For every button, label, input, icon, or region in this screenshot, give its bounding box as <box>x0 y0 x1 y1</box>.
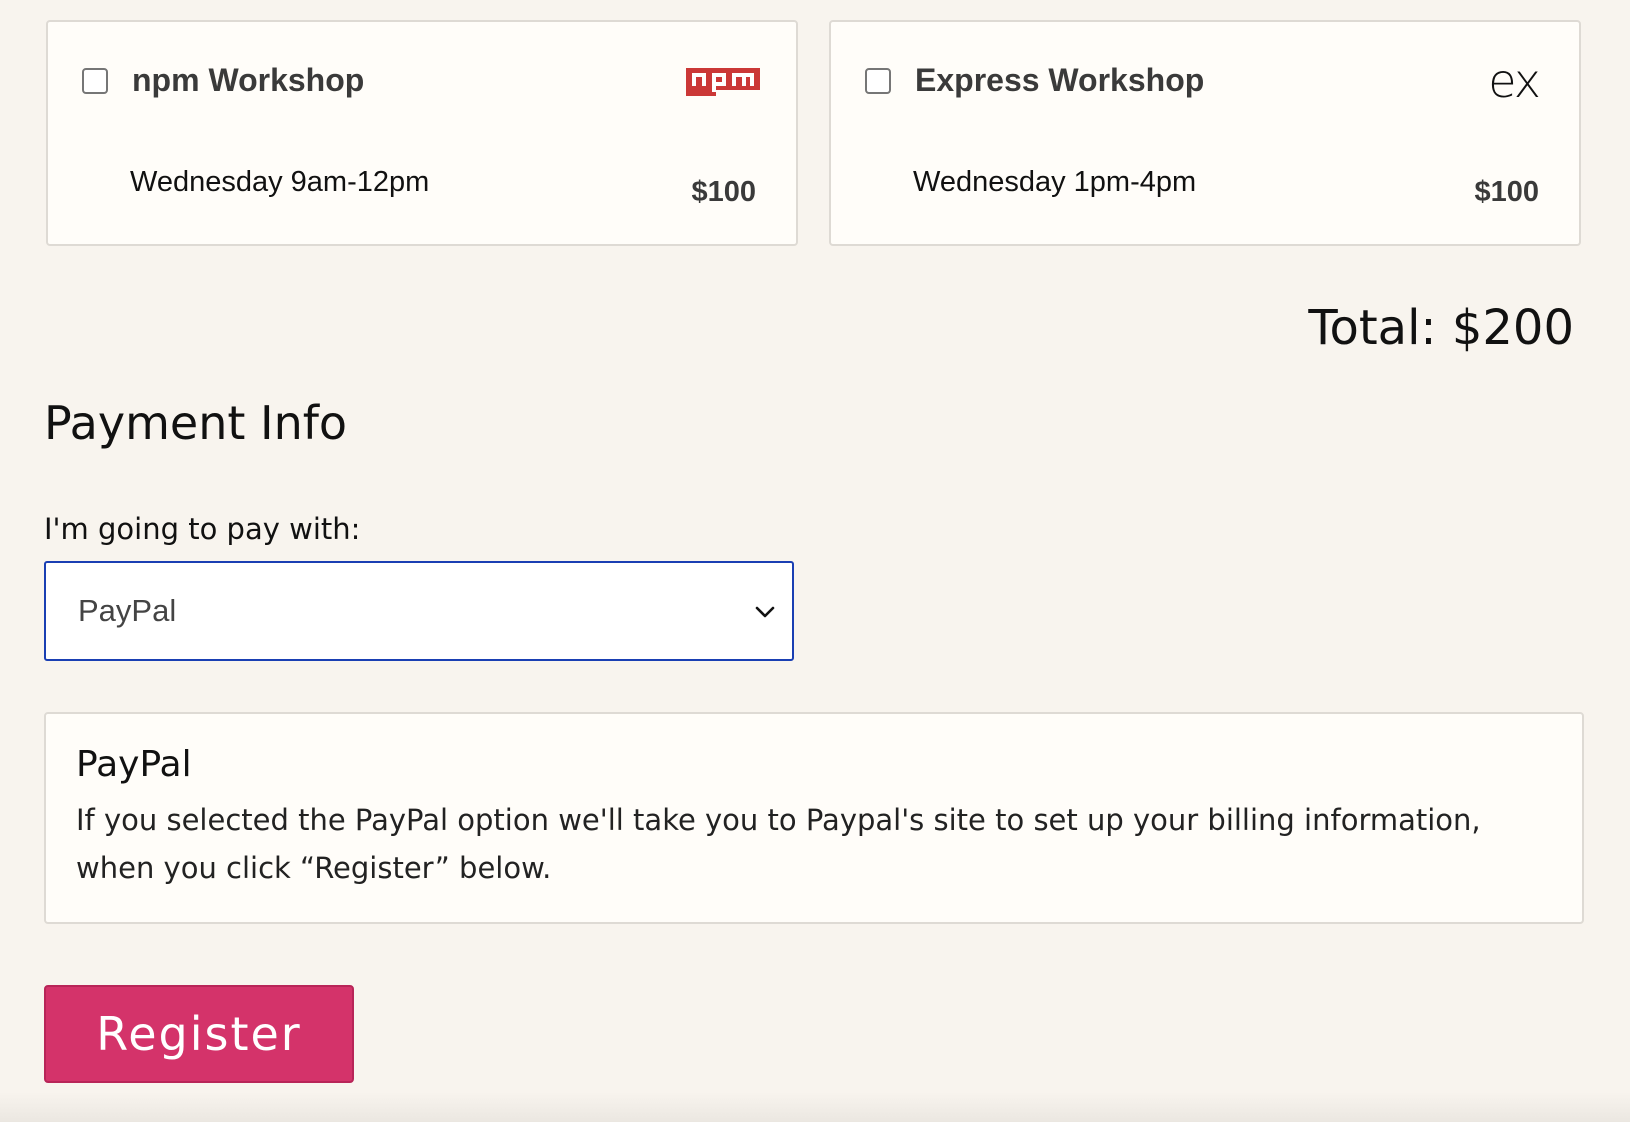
npm-workshop-checkbox[interactable] <box>82 68 108 94</box>
workshop-price: $100 <box>1474 176 1539 208</box>
workshop-title: npm Workshop <box>132 62 365 98</box>
workshop-price: $100 <box>691 176 756 208</box>
workshop-card-npm[interactable]: npm Workshop Wednesday 9am-12pm $100 <box>46 20 798 246</box>
total-amount: Total: $200 <box>1308 300 1574 356</box>
payment-info-box: PayPal If you selected the PayPal option… <box>44 712 1584 924</box>
register-button[interactable]: Register <box>44 985 354 1083</box>
chevron-down-icon <box>755 606 775 618</box>
express-workshop-checkbox[interactable] <box>865 68 891 94</box>
workshop-card-express[interactable]: Express Workshop ex Wednesday 1pm-4pm $1… <box>829 20 1581 246</box>
workshop-title: Express Workshop <box>915 62 1205 98</box>
express-logo-icon: ex <box>1488 54 1541 108</box>
payment-info-title: PayPal <box>76 744 192 785</box>
footer-shadow <box>0 1092 1630 1122</box>
payment-section-title: Payment Info <box>44 396 348 450</box>
payment-info-text: If you selected the PayPal option we'll … <box>76 803 1481 885</box>
payment-method-value: PayPal <box>78 593 177 628</box>
payment-method-label: I'm going to pay with: <box>44 512 361 546</box>
registration-page: npm Workshop Wednesday 9am-12pm $100 Exp… <box>0 0 1630 1122</box>
payment-method-select[interactable]: PayPal <box>44 561 794 661</box>
workshop-schedule: Wednesday 9am-12pm <box>130 166 430 198</box>
workshop-schedule: Wednesday 1pm-4pm <box>913 166 1197 198</box>
npm-logo-icon <box>686 68 760 96</box>
